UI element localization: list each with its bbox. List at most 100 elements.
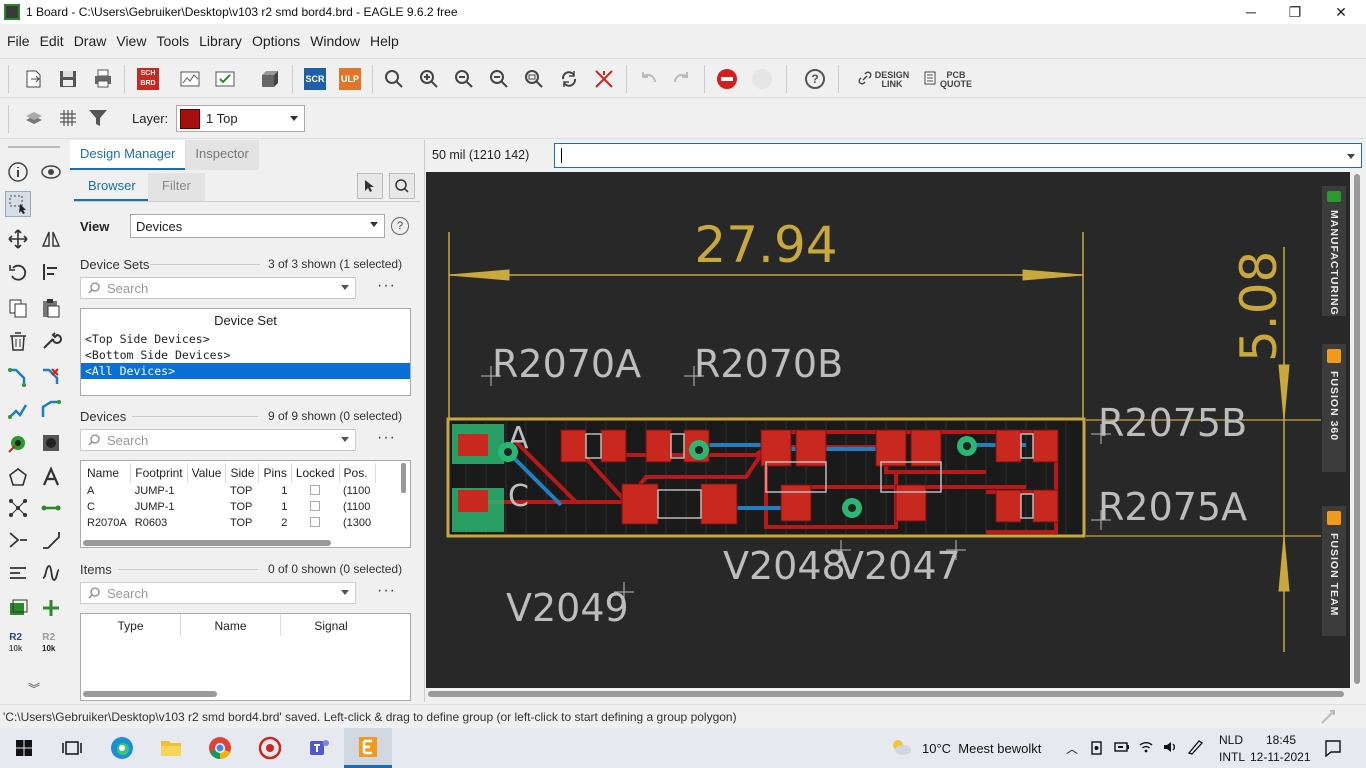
tab-design-manager[interactable]: Design Manager: [70, 140, 186, 170]
zoom-out-icon[interactable]: [452, 67, 476, 91]
move-icon[interactable]: [5, 226, 31, 252]
design-link-button[interactable]: DESIGN LINK: [874, 71, 910, 89]
file-explorer-app[interactable]: [147, 728, 195, 768]
r2-smash-button[interactable]: R2 10k: [42, 632, 55, 654]
layer-settings-icon[interactable]: [22, 106, 46, 130]
pad-c[interactable]: [452, 488, 504, 532]
column-header[interactable]: Side: [225, 463, 260, 483]
fanout-icon[interactable]: [38, 397, 64, 423]
maximize-button[interactable]: ❐: [1272, 0, 1318, 24]
menu-view[interactable]: View: [111, 33, 151, 49]
list-item[interactable]: <Bottom Side Devices>: [81, 347, 410, 363]
locked-checkbox[interactable]: [310, 516, 321, 527]
language-code[interactable]: NLD: [1219, 733, 1243, 747]
polygon-icon[interactable]: [5, 464, 31, 490]
ratsnest-icon[interactable]: [592, 67, 616, 91]
side-tab-manufacturing[interactable]: MANUFACTURING: [1322, 186, 1346, 316]
battery-icon[interactable]: [1114, 740, 1130, 754]
menu-edit[interactable]: Edit: [35, 33, 69, 49]
horizontal-scrollbar[interactable]: [83, 540, 331, 546]
zoom-select-icon[interactable]: [522, 67, 546, 91]
recorder-app[interactable]: [246, 728, 294, 768]
select-in-canvas-button[interactable]: [357, 173, 383, 199]
add-move-icon[interactable]: [38, 595, 64, 621]
device-set-header[interactable]: Device Set: [81, 309, 410, 331]
pad-a[interactable]: [452, 424, 504, 464]
tab-filter[interactable]: Filter: [148, 173, 205, 201]
network-icon[interactable]: [5, 495, 31, 521]
column-header[interactable]: Locked: [291, 463, 340, 483]
filter-icon[interactable]: [86, 106, 110, 130]
locked-checkbox[interactable]: [310, 484, 321, 495]
column-header[interactable]: Pos.: [339, 463, 376, 483]
pcb-quote-button[interactable]: PCB QUOTE: [940, 71, 972, 89]
redo-icon[interactable]: [670, 67, 694, 91]
column-header[interactable]: Footprint: [130, 463, 188, 483]
miter-icon[interactable]: [38, 527, 64, 553]
menu-library[interactable]: Library: [194, 33, 247, 49]
layer-select[interactable]: 1 Top: [176, 105, 305, 132]
view-select[interactable]: Devices: [130, 214, 385, 238]
keyboard-layout[interactable]: INTL: [1219, 750, 1245, 764]
undo-icon[interactable]: [636, 67, 660, 91]
menu-tools[interactable]: Tools: [151, 33, 194, 49]
hole-icon[interactable]: [38, 430, 64, 456]
column-header[interactable]: Value: [187, 463, 227, 483]
clock-time[interactable]: 18:45: [1266, 733, 1296, 747]
devices-search[interactable]: Search: [80, 429, 356, 451]
pen-icon[interactable]: [1186, 739, 1204, 755]
column-header[interactable]: Type: [81, 614, 181, 636]
split-icon[interactable]: [5, 527, 31, 553]
info-icon[interactable]: [5, 159, 31, 185]
table-row[interactable]: A JUMP-1 TOP 1 (1100: [83, 483, 375, 499]
label-v2047[interactable]: V2047: [838, 544, 961, 588]
r2-value-button[interactable]: R2 10k: [9, 632, 22, 654]
open-icon[interactable]: [22, 67, 46, 91]
label-r2075a[interactable]: R2075A: [1098, 485, 1247, 529]
help-icon[interactable]: ?: [803, 67, 827, 91]
wifi-icon[interactable]: [1138, 739, 1154, 755]
pcb-drawing[interactable]: 27.94 5.08 A C R2070A R2070B R2075B R207…: [426, 172, 1350, 688]
weather-icon[interactable]: [890, 737, 912, 757]
cam-icon[interactable]: [178, 67, 202, 91]
delete-icon[interactable]: [5, 328, 31, 354]
label-r2070a[interactable]: R2070A: [492, 342, 641, 386]
tray-chevron-up-icon[interactable]: ︿: [1066, 740, 1078, 757]
menu-help[interactable]: Help: [365, 33, 404, 49]
grid-icon[interactable]: [56, 106, 80, 130]
ripup-icon[interactable]: [38, 364, 64, 390]
scroll-thumb[interactable]: [1354, 174, 1360, 684]
side-tab-fusion-team[interactable]: FUSION TEAM: [1322, 506, 1346, 636]
label-v2049[interactable]: V2049: [506, 586, 629, 630]
canvas-vertical-scrollbar[interactable]: [1352, 172, 1362, 688]
menu-options[interactable]: Options: [247, 33, 305, 49]
canvas-horizontal-scrollbar[interactable]: [426, 690, 1350, 698]
chrome-app[interactable]: [196, 728, 244, 768]
print-icon[interactable]: [91, 67, 115, 91]
meander-icon[interactable]: [5, 560, 31, 586]
tab-browser[interactable]: Browser: [74, 173, 150, 201]
zoom-redraw-icon[interactable]: [487, 67, 511, 91]
board-canvas[interactable]: 27.94 5.08 A C R2070A R2070B R2075B R207…: [426, 172, 1350, 688]
wire-icon[interactable]: [38, 495, 64, 521]
ulp-icon[interactable]: ULP: [338, 67, 362, 91]
copy-icon[interactable]: [5, 295, 31, 321]
edge-app[interactable]: [98, 728, 146, 768]
label-r2075b[interactable]: R2075B: [1098, 401, 1247, 445]
text-icon[interactable]: [38, 464, 64, 490]
device-sets-search[interactable]: Search: [80, 277, 356, 299]
column-header[interactable]: Pins: [258, 463, 292, 483]
clock-date[interactable]: 12-11-2021: [1250, 750, 1311, 764]
signal-icon[interactable]: [38, 560, 64, 586]
via-icon[interactable]: [5, 430, 31, 456]
board-3d-icon[interactable]: [258, 67, 282, 91]
more-options-icon[interactable]: ···: [377, 277, 396, 295]
expand-more-icon[interactable]: ︾: [28, 680, 40, 697]
horizontal-scrollbar[interactable]: [83, 691, 217, 697]
pcb-quote-icon[interactable]: [924, 71, 936, 85]
align-icon[interactable]: [38, 259, 64, 285]
meet-now-icon[interactable]: [1090, 740, 1104, 756]
teams-app[interactable]: [295, 728, 343, 768]
sch-brd-switch-icon[interactable]: SCH BRD: [136, 67, 160, 91]
autorouter-icon[interactable]: [5, 397, 31, 423]
